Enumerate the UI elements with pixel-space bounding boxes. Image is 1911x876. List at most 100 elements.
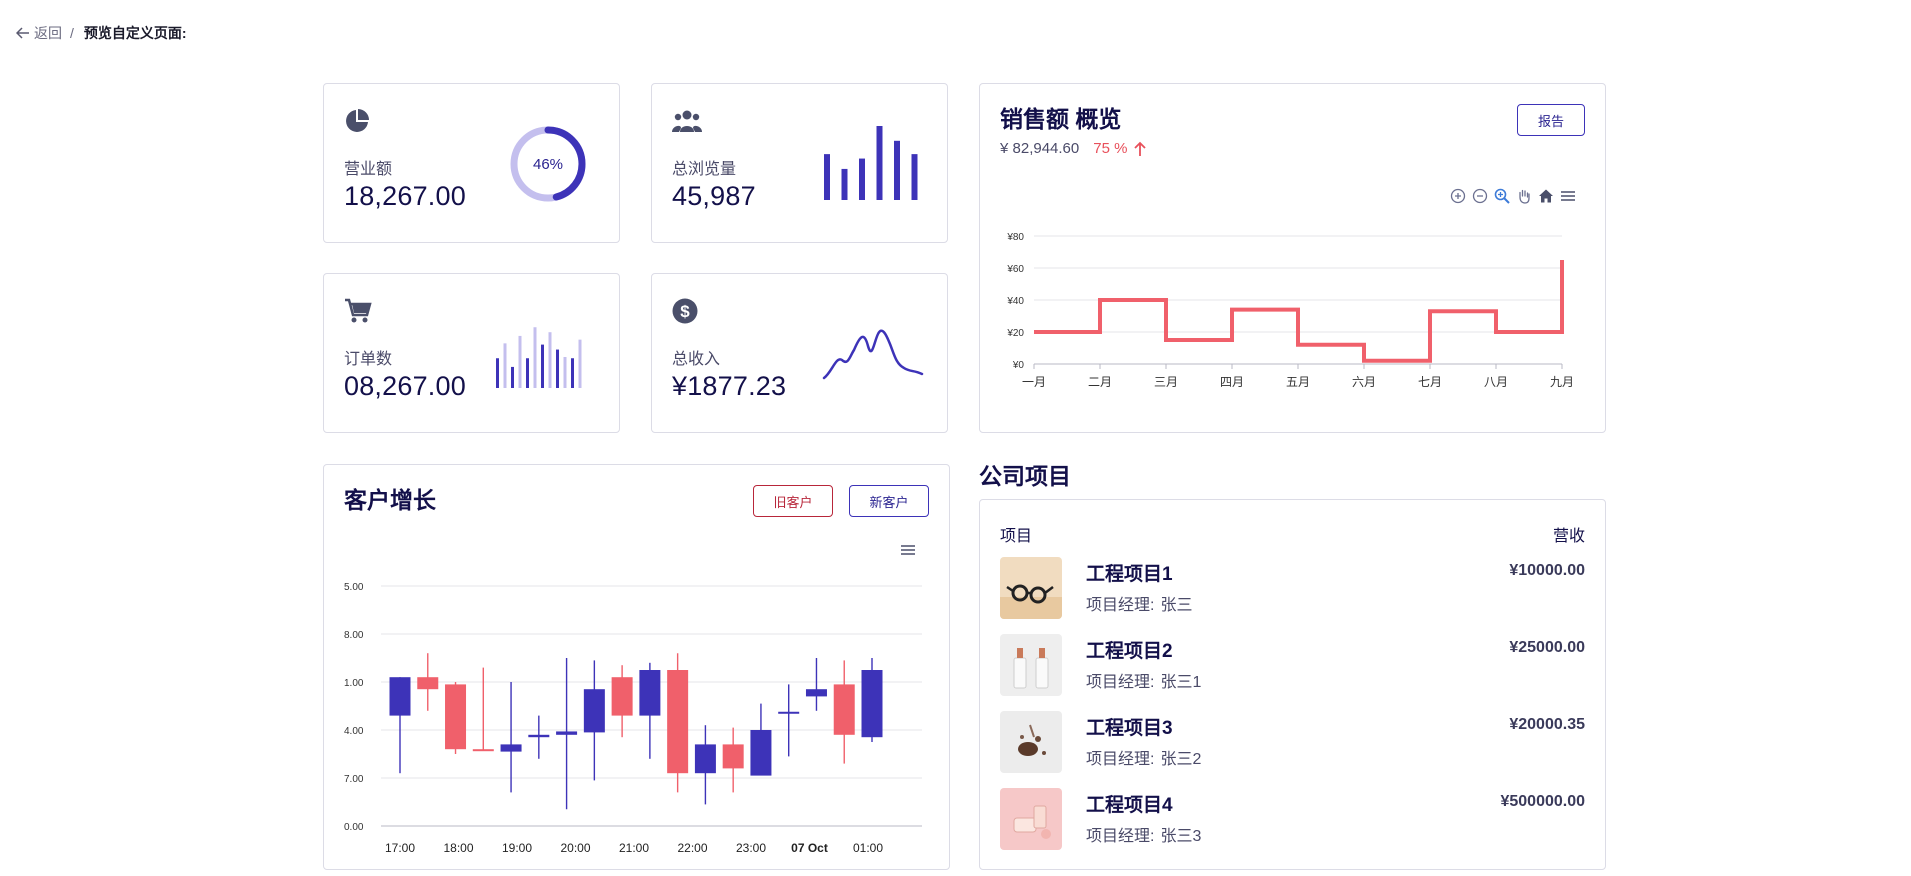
- home-icon[interactable]: [1538, 188, 1554, 204]
- old-customers-button[interactable]: 旧客户: [753, 485, 833, 517]
- sales-amount: ¥ 82,944.60: [1000, 140, 1080, 157]
- y-tick-label: ¥40: [1006, 296, 1024, 307]
- project-manager: 项目经理: 张三3: [1086, 822, 1201, 846]
- pan-hand-icon[interactable]: [1516, 188, 1532, 204]
- customer-growth-title: 客户增长: [344, 487, 436, 513]
- x-tick-label: 二月: [1088, 375, 1112, 389]
- manager-name: 张三3: [1160, 828, 1202, 845]
- candle-body: [556, 731, 578, 735]
- x-tick-label: 一月: [1022, 375, 1046, 389]
- orders-bar: [526, 358, 529, 388]
- kpi-value: 45,987: [672, 181, 756, 211]
- zoom-out-icon[interactable]: [1472, 188, 1488, 204]
- project-row[interactable]: 工程项目1 项目经理: 张三 ¥10000.00: [1000, 557, 1585, 619]
- zoom-in-icon[interactable]: [1450, 188, 1466, 204]
- candle-body: [750, 730, 772, 776]
- y-tick-label: 4.00: [344, 726, 364, 737]
- sales-step-chart: ¥0 ¥20 ¥40 ¥60 ¥80 一月 二月 三月 四月 五月 六月 七月 八月 九月: [1006, 232, 1574, 389]
- menu-icon[interactable]: [900, 542, 916, 558]
- gauge-label: 46%: [533, 156, 563, 173]
- bottles-image: [1000, 634, 1062, 696]
- project-manager: 项目经理: 张三1: [1086, 668, 1201, 692]
- column-header-revenue: 营收: [1552, 528, 1585, 545]
- orders-bar: [548, 332, 552, 388]
- candle-body: [778, 711, 800, 714]
- magnify-icon[interactable]: [1494, 188, 1510, 204]
- x-tick-label: 22:00: [677, 841, 707, 855]
- y-tick-label: ¥60: [1006, 264, 1024, 275]
- x-tick-label: 07 Oct: [791, 841, 828, 855]
- chart-toolbar: [1450, 188, 1576, 204]
- dollar-icon: $: [672, 298, 698, 324]
- glasses-image: [1000, 557, 1062, 619]
- project-revenue: ¥500000.00: [1500, 793, 1585, 810]
- cosmetics-image: [1000, 788, 1062, 850]
- spices-image: [1000, 711, 1062, 773]
- column-header-item: 项目: [1000, 528, 1033, 545]
- x-tick-label: 18:00: [443, 841, 473, 855]
- orders-bar: [578, 339, 582, 388]
- project-row[interactable]: 工程项目3 项目经理: 张三2 ¥20000.35: [1000, 711, 1585, 773]
- candle-body: [667, 670, 689, 774]
- y-tick-label: 1.00: [344, 678, 364, 689]
- manager-label: 项目经理:: [1086, 597, 1155, 614]
- page-title: 预览自定义页面:: [83, 25, 187, 41]
- arrow-left-icon: [16, 27, 29, 39]
- cart-icon: [345, 298, 372, 323]
- project-name: 工程项目1: [1086, 564, 1173, 585]
- x-tick-label: 九月: [1550, 375, 1574, 389]
- x-tick-label: 17:00: [385, 841, 415, 855]
- kpi-card-revenue: 营业额 18,267.00 46%: [323, 83, 620, 243]
- x-tick-label: 01:00: [853, 841, 883, 855]
- orders-bar: [503, 343, 507, 388]
- orders-bar: [511, 366, 514, 388]
- x-tick-label: 四月: [1220, 375, 1244, 389]
- project-revenue: ¥20000.35: [1509, 716, 1585, 733]
- y-tick-label: 8.00: [344, 630, 364, 641]
- candle-body: [694, 744, 716, 774]
- candle-body: [639, 670, 661, 716]
- candle-body: [861, 670, 883, 738]
- gauge-ring: 46%: [510, 126, 586, 202]
- project-revenue: ¥10000.00: [1509, 562, 1585, 579]
- kpi-value: ¥1877.23: [672, 371, 787, 401]
- project-name: 工程项目2: [1086, 641, 1173, 662]
- y-tick-label: 7.00: [344, 774, 364, 785]
- orders-bar: [563, 357, 567, 388]
- menu-icon[interactable]: [1560, 188, 1576, 204]
- x-tick-label: 五月: [1286, 375, 1310, 389]
- kpi-label: 总收入: [672, 351, 721, 368]
- y-tick-label: 5.00: [344, 582, 364, 593]
- project-name: 工程项目3: [1086, 718, 1173, 739]
- report-button[interactable]: 报告: [1517, 104, 1585, 136]
- y-tick-label: 0.00: [344, 822, 364, 833]
- manager-label: 项目经理:: [1086, 751, 1155, 768]
- sales-title: 销售额 概览: [1000, 106, 1122, 132]
- project-row[interactable]: 工程项目4 项目经理: 张三3 ¥500000.00: [1000, 788, 1585, 850]
- projects-heading: 公司项目: [979, 463, 1071, 489]
- orders-bar: [556, 349, 559, 388]
- new-customers-button[interactable]: 新客户: [849, 485, 929, 517]
- orders-bar: [533, 327, 537, 388]
- project-row[interactable]: 工程项目2 项目经理: 张三1 ¥25000.00: [1000, 634, 1585, 696]
- candlestick-chart: 5.00 8.00 1.00 4.00 7.00 0.00 17:00 18:00 19:00 2…: [344, 582, 922, 855]
- project-manager: 项目经理: 张三: [1086, 591, 1192, 615]
- y-tick-label: ¥80: [1006, 232, 1024, 243]
- y-tick-label: ¥20: [1006, 328, 1024, 339]
- back-button[interactable]: 返回: [16, 23, 62, 43]
- kpi-card-orders: 订单数 08,267.00: [323, 273, 620, 433]
- users-icon: [672, 110, 702, 132]
- views-bar: [824, 154, 830, 200]
- breadcrumb-separator: /: [70, 25, 74, 41]
- manager-name: 张三1: [1160, 674, 1202, 691]
- x-tick-label: 20:00: [560, 841, 590, 855]
- project-revenue: ¥25000.00: [1509, 639, 1585, 656]
- candle-body: [833, 684, 855, 735]
- sales-series-line: [1034, 260, 1564, 363]
- candle-body: [500, 744, 522, 752]
- x-tick-label: 21:00: [619, 841, 649, 855]
- pie-chart-icon: [346, 109, 369, 132]
- orders-bar: [571, 358, 574, 388]
- views-bar: [876, 126, 883, 200]
- kpi-value: 18,267.00: [344, 181, 466, 211]
